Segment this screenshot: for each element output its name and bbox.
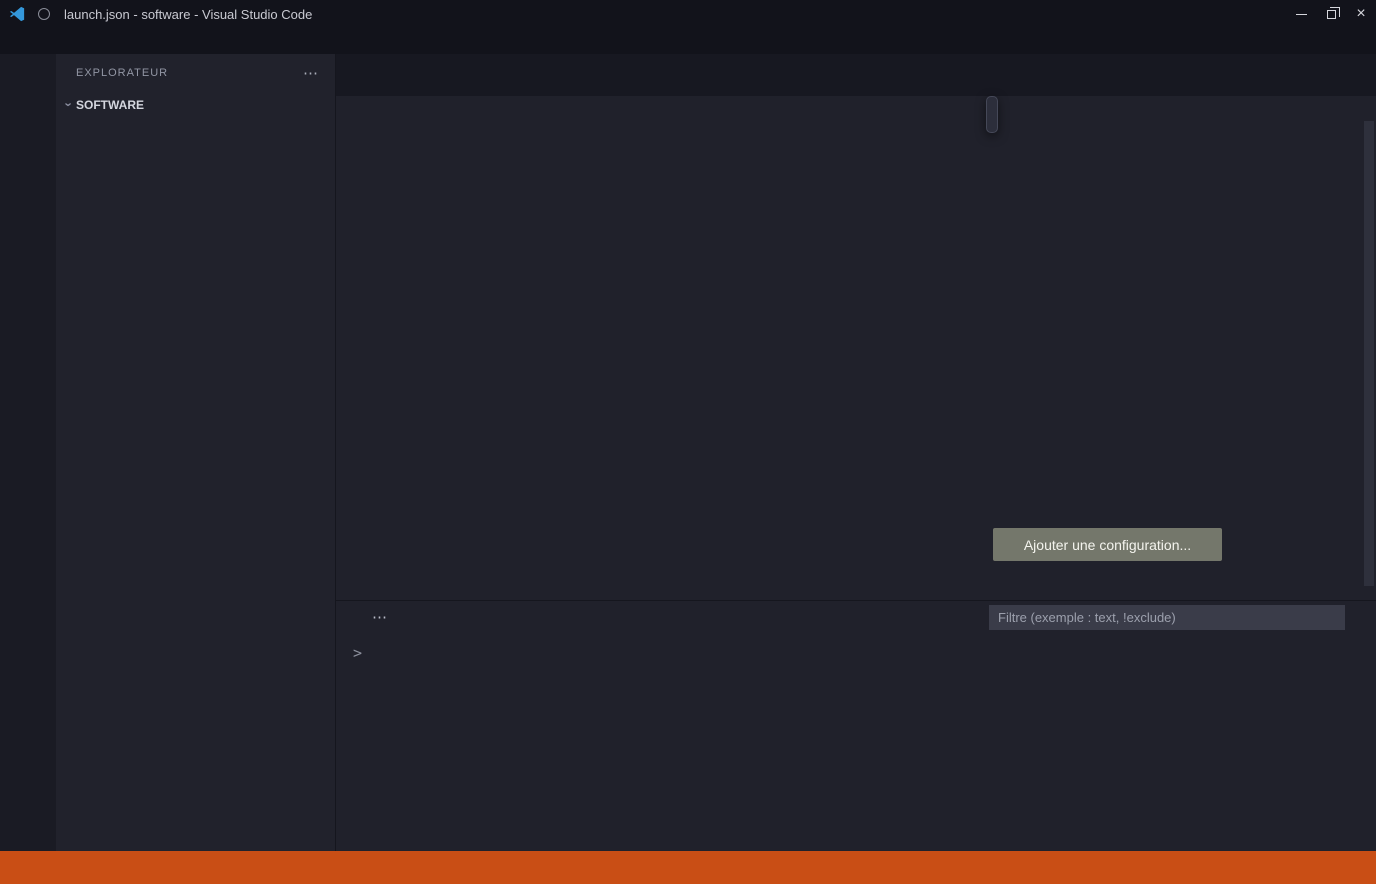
code-editor[interactable]: Ajouter une configuration... — [336, 121, 1376, 600]
debug-console-output[interactable] — [336, 633, 1376, 643]
add-configuration-button[interactable]: Ajouter une configuration... — [993, 528, 1222, 561]
window-title: launch.json - software - Visual Studio C… — [64, 7, 312, 22]
tab-bar — [336, 54, 1376, 96]
debug-toolbar — [986, 96, 998, 133]
menu-bar — [0, 28, 1376, 54]
sidebar-more-icon[interactable]: ⋯ — [303, 64, 319, 82]
explorer-sidebar: EXPLORATEUR ⋯ › SOFTWARE — [56, 54, 335, 851]
restore-button[interactable] — [1316, 0, 1346, 28]
file-tree — [56, 117, 335, 851]
section-software[interactable]: › SOFTWARE — [56, 92, 335, 117]
console-filter-input[interactable] — [989, 605, 1345, 630]
status-bar — [0, 851, 1376, 884]
minimize-button[interactable] — [1286, 0, 1316, 28]
bottom-panel: ⋯ > — [336, 600, 1376, 851]
panel-more-icon[interactable]: ⋯ — [372, 608, 388, 626]
activity-bar — [0, 54, 56, 851]
sidebar-title: EXPLORATEUR — [76, 67, 168, 79]
window-controls: × — [1286, 0, 1376, 28]
chevron-icon: › — [62, 98, 77, 112]
title-bar: launch.json - software - Visual Studio C… — [0, 0, 1376, 28]
close-button[interactable]: × — [1346, 0, 1376, 28]
console-prompt[interactable]: > — [336, 643, 1376, 664]
record-circle-icon — [38, 8, 50, 20]
vscode-logo-icon — [8, 5, 26, 23]
section-label: SOFTWARE — [76, 98, 144, 112]
breadcrumb[interactable] — [336, 96, 1376, 121]
editor-scrollbar[interactable] — [1364, 121, 1374, 586]
